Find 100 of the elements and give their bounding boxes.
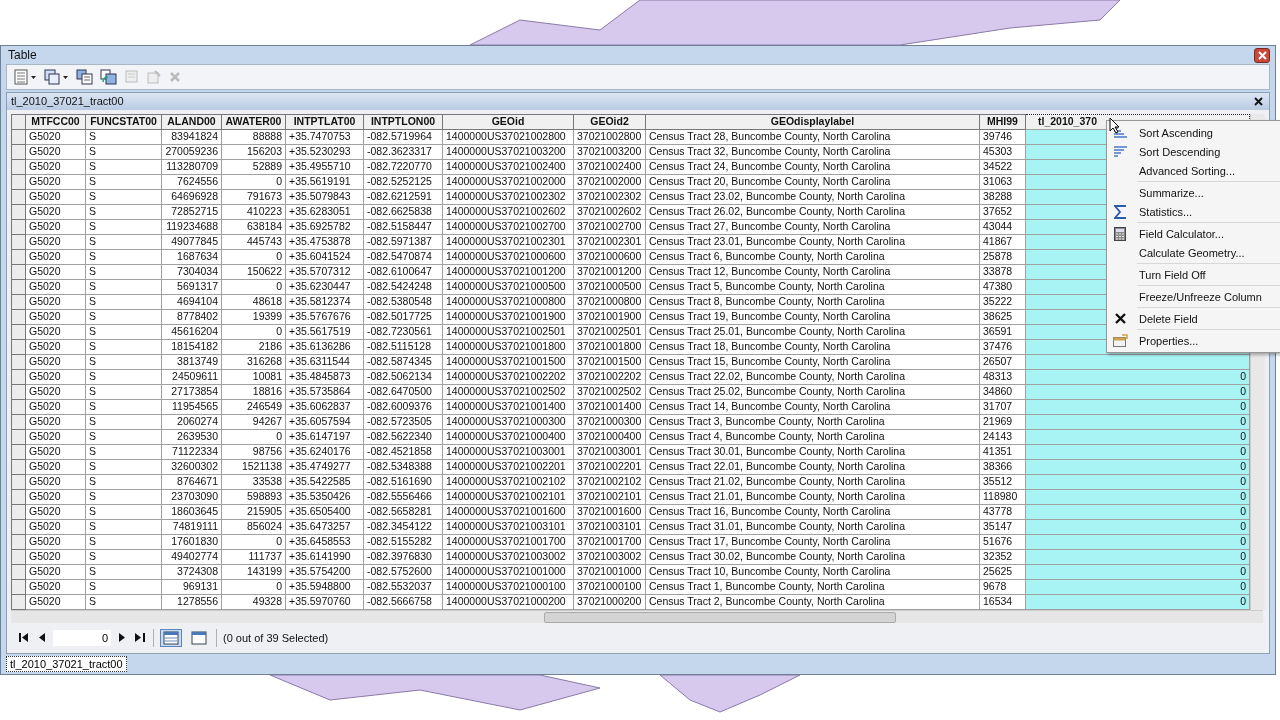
table-cell: 1400000US37021001500 xyxy=(442,354,574,370)
table-cell: 1400000US37021000100 xyxy=(442,579,574,595)
table-cell: 35147 xyxy=(979,519,1026,535)
table-cell: 37021002700 xyxy=(573,219,646,235)
table-cell: 1400000US37021002502 xyxy=(442,384,574,400)
table-cell: 270059236 xyxy=(161,144,222,160)
table-cell: 0 xyxy=(221,534,286,550)
delete-icon xyxy=(1114,313,1126,324)
table-options-button[interactable] xyxy=(13,68,39,87)
table-cell: S xyxy=(85,249,162,265)
table-cell: G5020 xyxy=(25,339,86,355)
table-cell: +35.5619191 xyxy=(285,174,364,190)
table-cell: 1400000US37021003200 xyxy=(442,144,574,160)
menu-item[interactable]: Calculate Geometry... xyxy=(1107,243,1280,262)
column-header[interactable]: INTPTLAT00 xyxy=(285,114,364,130)
column-header[interactable]: MTFCC00 xyxy=(25,114,86,130)
table-cell: S xyxy=(85,144,162,160)
column-header[interactable]: INTPTLON00 xyxy=(363,114,443,130)
table-cell: 41351 xyxy=(979,444,1026,460)
table-cell: 17601830 xyxy=(161,534,222,550)
table-cell: -082.5017725 xyxy=(363,309,443,325)
table-cell: Census Tract 27, Buncombe County, North Carolina xyxy=(645,219,980,235)
table-cell: S xyxy=(85,384,162,400)
table-tab[interactable]: tl_2010_37021_tract00 xyxy=(6,655,127,672)
last-record-button[interactable] xyxy=(133,631,147,645)
select-by-attributes-button[interactable] xyxy=(75,68,95,87)
table-cell: -082.6100647 xyxy=(363,264,443,280)
previous-record-button[interactable] xyxy=(37,631,47,645)
table-cell: +35.6230447 xyxy=(285,279,364,295)
table-cell: S xyxy=(85,564,162,580)
table-cell: 83941824 xyxy=(161,129,222,145)
table-cell: 36591 xyxy=(979,324,1026,340)
menu-item[interactable]: Field Calculator... xyxy=(1107,224,1280,243)
table-cell: -082.4521858 xyxy=(363,444,443,460)
table-cell: 71122334 xyxy=(161,444,222,460)
table-cell: 143199 xyxy=(221,564,286,580)
table-cell: Census Tract 1, Buncombe County, North Carolina xyxy=(645,579,980,595)
column-header[interactable]: ALAND00 xyxy=(161,114,222,130)
switch-selection-button[interactable] xyxy=(99,68,119,87)
table-cell: G5020 xyxy=(25,534,86,550)
menu-item[interactable]: Summarize... xyxy=(1107,183,1280,202)
column-header[interactable]: GEOdisplaylabel xyxy=(645,114,980,130)
table-cell: +35.5422585 xyxy=(285,474,364,490)
sigma-icon xyxy=(1114,204,1126,219)
column-header[interactable]: GEOid2 xyxy=(573,114,646,130)
scrollbar-thumb[interactable] xyxy=(544,611,896,623)
show-selected-records-button[interactable] xyxy=(188,628,210,647)
table-cell: 37021003200 xyxy=(573,144,646,160)
next-record-button[interactable] xyxy=(117,631,127,645)
column-header[interactable]: GEOid xyxy=(442,114,574,130)
menu-item[interactable]: Properties... xyxy=(1107,331,1280,350)
table-cell: S xyxy=(85,354,162,370)
menu-item[interactable]: Sort Ascending xyxy=(1107,123,1280,142)
table-cell: 1687634 xyxy=(161,249,222,265)
table-cell: 113280709 xyxy=(161,159,222,175)
first-record-button[interactable] xyxy=(17,631,31,645)
table-cell: Census Tract 4, Buncombe County, North Carolina xyxy=(645,429,980,445)
related-tables-button[interactable] xyxy=(43,68,71,87)
show-all-records-button[interactable] xyxy=(160,628,182,647)
column-header[interactable]: FUNCSTAT00 xyxy=(85,114,162,130)
menu-item[interactable]: Delete Field xyxy=(1107,309,1280,328)
table-cell: -082.5719964 xyxy=(363,129,443,145)
table-cell: G5020 xyxy=(25,129,86,145)
table-cell: 119234688 xyxy=(161,219,222,235)
close-button[interactable] xyxy=(1254,47,1270,63)
menu-item[interactable]: Freeze/Unfreeze Column xyxy=(1107,287,1280,306)
table-cell: S xyxy=(85,519,162,535)
table-cell: 3813749 xyxy=(161,354,222,370)
sort-ascending-icon xyxy=(1113,126,1127,139)
menu-item[interactable]: Advanced Sorting... xyxy=(1107,161,1280,180)
menu-item[interactable]: Sort Descending xyxy=(1107,142,1280,161)
table-cell: S xyxy=(85,504,162,520)
column-header[interactable]: AWATER00 xyxy=(221,114,286,130)
table-cell: S xyxy=(85,339,162,355)
table-cell: Census Tract 3, Buncombe County, North Carolina xyxy=(645,414,980,430)
table-cell: 18603645 xyxy=(161,504,222,520)
table-cell: 18816 xyxy=(221,384,286,400)
table-cell: 1400000US37021002800 xyxy=(442,129,574,145)
table-cell: G5020 xyxy=(25,549,86,565)
record-field[interactable]: 0 xyxy=(53,629,111,646)
table-cell: G5020 xyxy=(25,444,86,460)
menu-item[interactable]: Statistics... xyxy=(1107,202,1280,221)
table-cell: Census Tract 18, Buncombe County, North Carolina xyxy=(645,339,980,355)
table-cell: 26507 xyxy=(979,354,1026,370)
select-all-cell[interactable] xyxy=(11,114,26,130)
table-cell: +35.6311544 xyxy=(285,354,364,370)
table-cell: S xyxy=(85,234,162,250)
table-cell: 111737 xyxy=(221,549,286,565)
table-cell: Census Tract 22.01, Buncombe County, North Carolina xyxy=(645,459,980,475)
table-cell: Census Tract 32, Buncombe County, North Carolina xyxy=(645,144,980,160)
table-cell: 74819111 xyxy=(161,519,222,535)
column-header[interactable]: MHI99 xyxy=(979,114,1026,130)
table-cell: -082.5424248 xyxy=(363,279,443,295)
close-tab-button[interactable] xyxy=(1252,94,1265,108)
table-cell: 49077845 xyxy=(161,234,222,250)
table-cell: +35.5617519 xyxy=(285,324,364,340)
table-cell: 37021001200 xyxy=(573,264,646,280)
menu-item[interactable]: Turn Field Off xyxy=(1107,265,1280,284)
table-cell: +35.4753878 xyxy=(285,234,364,250)
table-cell: 52889 xyxy=(221,159,286,175)
